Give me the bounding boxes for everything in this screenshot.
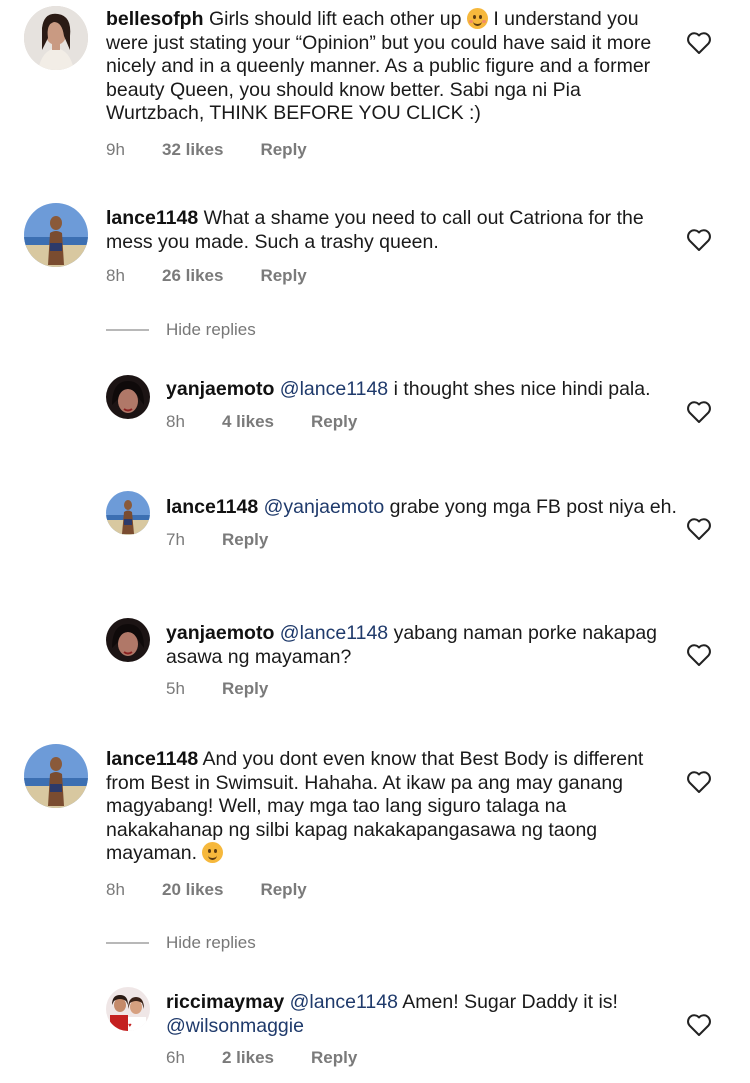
reply-button[interactable]: Reply — [260, 880, 306, 900]
divider — [106, 329, 149, 331]
comment-text: yanjaemoto @lance1148 i thought shes nic… — [166, 378, 686, 402]
username[interactable]: lance1148 — [166, 496, 258, 518]
comment-text: lance1148 What a shame you need to call … — [106, 207, 666, 254]
avatar[interactable] — [106, 375, 150, 419]
avatar[interactable] — [24, 203, 88, 267]
username[interactable]: lance1148 — [106, 207, 198, 229]
heart-outline-icon[interactable] — [686, 517, 712, 541]
timestamp: 6h — [166, 1048, 185, 1067]
comment-text: yanjaemoto @lance1148 yabang naman porke… — [166, 622, 686, 669]
likes-count[interactable]: 20 likes — [162, 880, 223, 900]
reply-button[interactable]: Reply — [222, 530, 268, 550]
mention-link[interactable]: @lance1148 — [290, 991, 398, 1013]
username[interactable]: yanjaemoto — [166, 378, 274, 400]
hide-replies-button[interactable]: Hide replies — [106, 933, 256, 953]
mention-link[interactable]: @wilsonmaggie — [166, 1015, 304, 1037]
mention-link[interactable]: @lance1148 — [280, 622, 388, 644]
timestamp: 8h — [106, 879, 125, 899]
avatar[interactable] — [106, 618, 150, 662]
username[interactable]: bellesofph — [106, 8, 204, 30]
reply-button[interactable]: Reply — [311, 412, 357, 432]
likes-count[interactable]: 32 likes — [162, 140, 223, 160]
heart-outline-icon[interactable] — [686, 400, 712, 424]
heart-outline-icon[interactable] — [686, 1013, 712, 1037]
heart-outline-icon[interactable] — [686, 643, 712, 667]
username[interactable]: yanjaemoto — [166, 622, 274, 644]
avatar[interactable] — [24, 744, 88, 808]
timestamp: 8h — [166, 411, 185, 431]
reply-button[interactable]: Reply — [260, 140, 306, 160]
likes-count[interactable]: 26 likes — [162, 266, 223, 286]
comment-text-part: i thought shes nice hindi pala. — [393, 378, 651, 400]
timestamp: 5h — [166, 679, 185, 698]
comment-text-part: Girls should lift each other up — [208, 8, 462, 30]
svg-text:♥: ♥ — [128, 1023, 132, 1029]
reply-button[interactable]: Reply — [311, 1048, 357, 1068]
reply-button[interactable]: Reply — [260, 266, 306, 286]
timestamp: 7h — [166, 529, 185, 549]
avatar[interactable] — [24, 6, 88, 70]
comment-text: riccimaymay @lance1148 Amen! Sugar Daddy… — [166, 991, 686, 1038]
hide-replies-label: Hide replies — [166, 320, 256, 339]
comment-text: lance1148 @yanjaemoto grabe yong mga FB … — [166, 496, 686, 520]
hide-replies-label: Hide replies — [166, 933, 256, 952]
timestamp: 8h — [106, 266, 125, 285]
likes-count[interactable]: 4 likes — [222, 412, 274, 432]
comment-text-part: Amen! Sugar Daddy it is! — [402, 991, 618, 1013]
heart-outline-icon[interactable] — [686, 228, 712, 252]
mention-link[interactable]: @yanjaemoto — [264, 496, 385, 518]
reply-button[interactable]: Reply — [222, 679, 268, 699]
timestamp: 9h — [106, 139, 125, 159]
comment-text-part: grabe yong mga FB post niya eh. — [389, 496, 677, 518]
smiling-face-emoji-icon — [202, 842, 224, 863]
username[interactable]: riccimaymay — [166, 991, 284, 1013]
likes-count[interactable]: 2 likes — [222, 1048, 274, 1068]
avatar[interactable] — [106, 491, 150, 535]
username[interactable]: lance1148 — [106, 748, 198, 770]
hide-replies-button[interactable]: Hide replies — [106, 320, 256, 340]
divider — [106, 942, 149, 944]
smiling-face-emoji-icon — [466, 8, 488, 29]
avatar[interactable]: ♥ — [106, 987, 150, 1031]
heart-outline-icon[interactable] — [686, 31, 712, 55]
heart-outline-icon[interactable] — [686, 770, 712, 794]
mention-link[interactable]: @lance1148 — [280, 378, 388, 400]
comment-text: bellesofph Girls should lift each other … — [106, 8, 666, 126]
comment-text: lance1148 And you dont even know that Be… — [106, 748, 666, 866]
